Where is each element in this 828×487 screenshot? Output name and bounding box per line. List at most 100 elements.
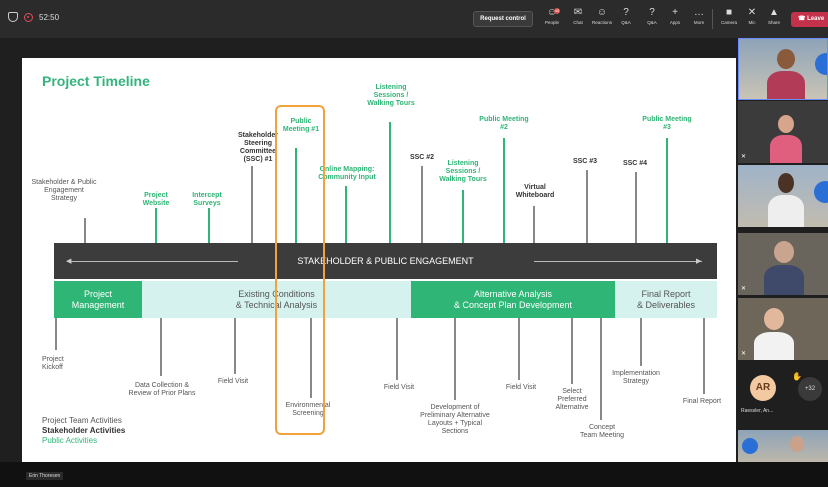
camera-button[interactable]: ■ Camera <box>718 6 740 34</box>
activity-stem <box>640 318 642 366</box>
people-button[interactable]: ☺ 40 People <box>541 6 563 34</box>
avatar[interactable]: AR <box>750 375 776 401</box>
phase-block: Project Management <box>54 281 142 318</box>
toolbar-button-label: Q&A <box>647 20 657 25</box>
video-tile[interactable]: ✕ <box>738 101 828 163</box>
legend: Project Team Activities Stakeholder Acti… <box>42 416 125 446</box>
apps-button[interactable]: + Apps <box>664 6 686 34</box>
activity-below: Select Preferred Alternative <box>555 388 589 411</box>
activity-stem <box>160 318 162 376</box>
video-tile[interactable]: ✕ <box>738 298 828 360</box>
activity-stem <box>234 318 236 374</box>
toolbar-button-label: Reactions <box>591 20 612 25</box>
qa-button[interactable]: ? Q&A <box>641 6 663 34</box>
phase-block: Alternative Analysis & Concept Plan Deve… <box>411 281 615 318</box>
milestone-stem <box>251 166 253 243</box>
milestone-stem <box>666 138 668 243</box>
video-tile[interactable] <box>738 430 828 462</box>
milestone-above: SSC #3 <box>572 158 598 165</box>
reactions-icon: ☺ <box>596 7 608 18</box>
video-tile[interactable]: ✕ <box>738 233 828 295</box>
participant-head <box>764 308 784 330</box>
toolbar-button-label: People <box>544 20 559 25</box>
mic-off-icon: ✕ <box>741 154 747 160</box>
participant-body <box>770 135 802 163</box>
activity-stem <box>55 318 57 350</box>
phone-icon: ☎ <box>798 16 808 22</box>
more-icon: … <box>694 7 704 18</box>
milestone-above: Stakeholder & Public Engagement Strategy <box>31 179 97 202</box>
activity-stem <box>600 318 602 420</box>
video-tile[interactable] <box>738 165 828 227</box>
milestone-stem <box>533 206 535 243</box>
milestone-above: SSC #4 <box>622 160 648 167</box>
toolbar-button-label: Share <box>767 20 780 25</box>
mic-off-button[interactable]: ✕ Mic <box>741 6 763 34</box>
activity-stem <box>454 318 456 400</box>
toolbar-button-label: Apps <box>669 20 681 25</box>
leave-label: Leave <box>807 16 825 22</box>
shield-icon <box>8 12 18 22</box>
apps-icon: + <box>672 7 678 18</box>
activity-below: Field Visit <box>383 384 415 391</box>
milestone-above: Project Website <box>142 192 170 207</box>
milestone-above: Public Meeting #3 <box>642 116 692 131</box>
people-icon: ☺ <box>546 7 558 18</box>
speaker-name: Erin Thoresen <box>26 472 64 480</box>
milestone-stem <box>345 186 347 243</box>
share-icon: ▲ <box>769 7 779 18</box>
toolbar-button-label: Q&A <box>621 20 631 25</box>
recording-icon <box>24 12 33 22</box>
band-arrow-right-head: ▶ <box>696 258 702 265</box>
logo-circle <box>742 438 758 454</box>
engagement-band: ◀ STAKEHOLDER & PUBLIC ENGAGEMENT ▶ <box>54 243 717 279</box>
milestone-stem <box>389 122 391 243</box>
camera-icon: ■ <box>725 7 733 18</box>
band-arrow-right <box>534 261 702 262</box>
milestone-stem <box>462 190 464 243</box>
milestone-above: Listening Sessions / Walking Tours <box>367 84 415 107</box>
activity-stem <box>396 318 398 380</box>
milestone-stem <box>421 166 423 243</box>
activity-below: Implementation Strategy <box>612 370 660 385</box>
chat-icon: ✉ <box>573 7 583 18</box>
activity-stem <box>518 318 520 380</box>
participant-head <box>778 173 794 193</box>
video-tile[interactable] <box>738 38 828 100</box>
reactions-button[interactable]: ☺ Reactions <box>591 6 613 34</box>
chat-button[interactable]: ✉ Chat <box>567 6 589 34</box>
milestone-stem <box>635 172 637 243</box>
legend-team: Project Team Activities <box>42 416 122 425</box>
toolbar-button-label: Chat <box>573 20 583 25</box>
milestone-stem <box>586 170 588 243</box>
overflow-participants: AR ✋ +32 Raessler, An... <box>738 367 828 427</box>
participant-head <box>774 241 794 263</box>
more-button[interactable]: … More <box>688 6 710 34</box>
meeting-toolbar: 52:50 Request control ☺ 40 People ✉ Chat ☺ Rea… <box>0 0 828 38</box>
avatar-name: Raessler, An... <box>741 408 774 414</box>
milestone-above: Virtual Whiteboard <box>515 184 555 199</box>
mic-off-icon: ✕ <box>741 286 747 292</box>
toolbar-button-label: More <box>693 20 705 25</box>
qa-icon: ? <box>623 7 629 18</box>
activity-below: Field Visit <box>217 378 249 385</box>
share-button[interactable]: ▲ Share <box>763 6 785 34</box>
highlight-box <box>275 105 325 435</box>
milestone-above: Listening Sessions / Walking Tours <box>439 160 487 183</box>
slide-title: Project Timeline <box>42 73 150 89</box>
participant-body <box>754 332 794 360</box>
activity-below: Development of Preliminary Alternative L… <box>420 404 490 435</box>
legend-public: Public Activities <box>42 436 98 445</box>
shared-slide: Project Timeline Stakeholder & Public En… <box>22 58 736 466</box>
activity-stem <box>571 318 573 384</box>
qa-button[interactable]: ? Q&A <box>615 6 637 34</box>
bottom-bar <box>0 462 828 487</box>
people-count-badge: 40 <box>554 8 560 14</box>
leave-button[interactable]: ☎ Leave <box>791 12 828 27</box>
more-participants-button[interactable]: +32 <box>798 377 822 401</box>
toolbar-button-label: Camera <box>720 20 737 25</box>
toolbar-divider <box>712 9 713 29</box>
request-control-button[interactable]: Request control <box>473 11 533 27</box>
milestone-stem <box>208 208 210 243</box>
participant-body <box>767 71 805 99</box>
